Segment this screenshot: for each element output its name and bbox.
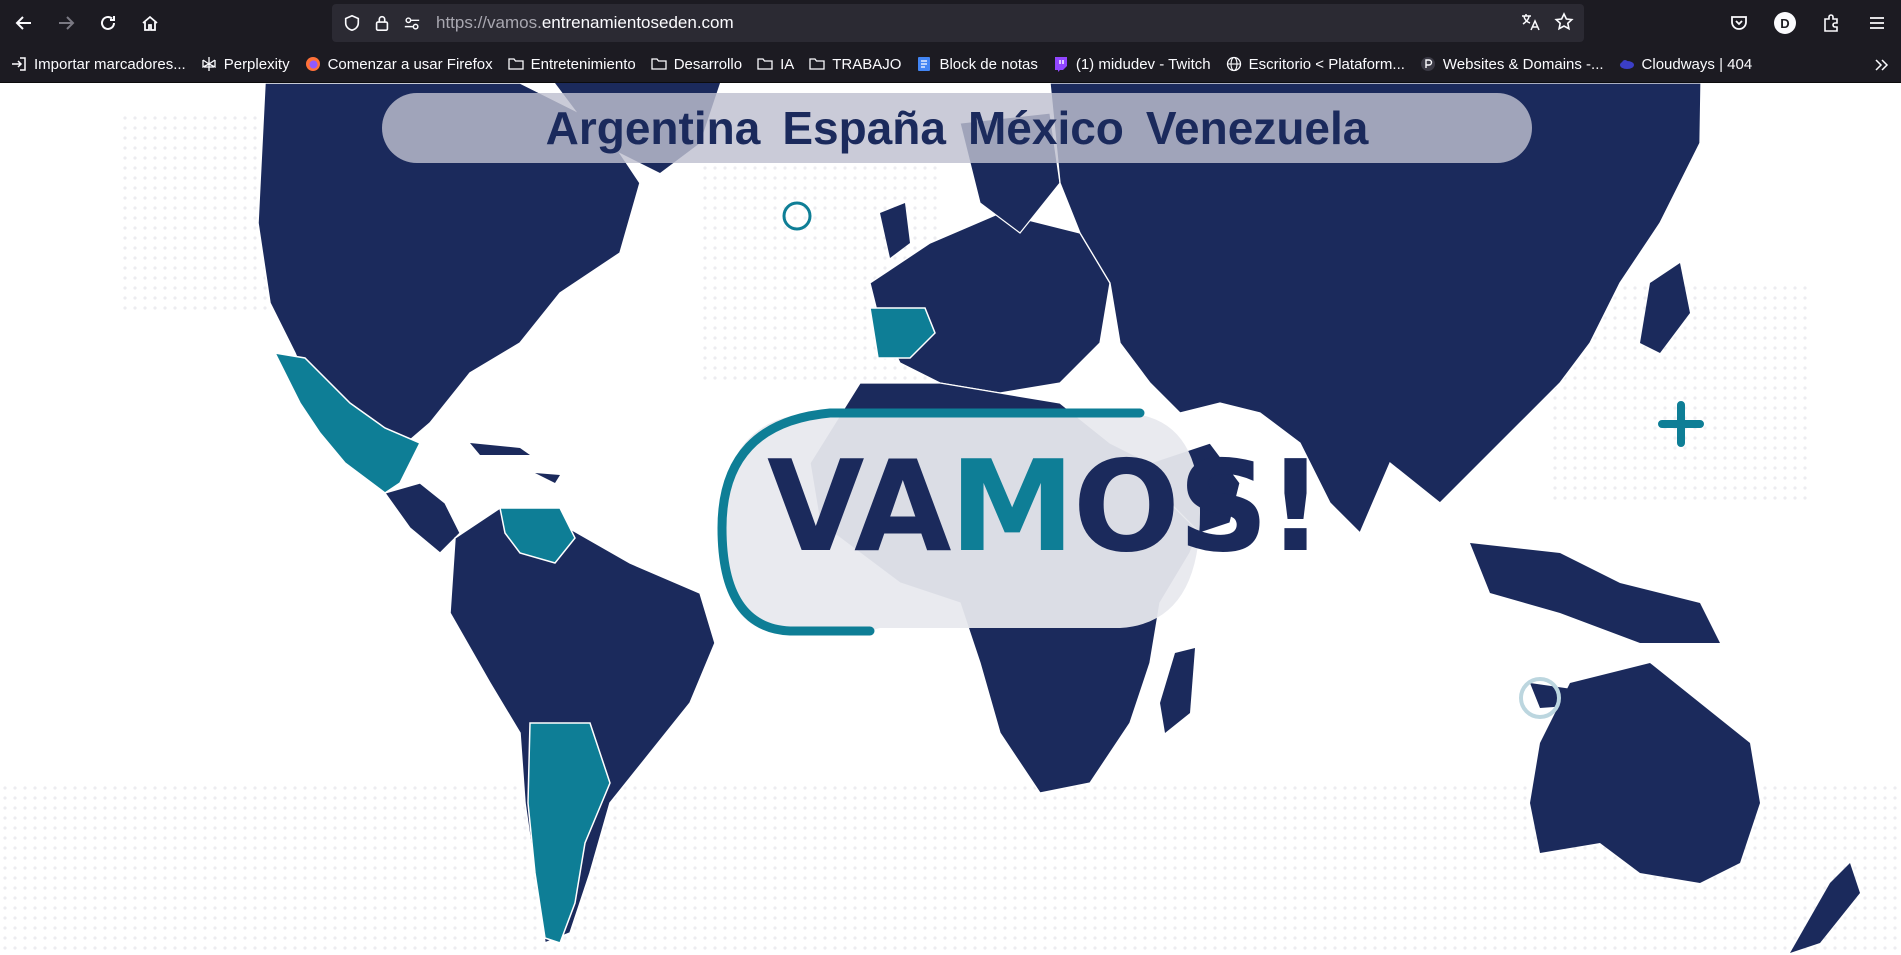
bookmarks-overflow-button[interactable] (1869, 53, 1893, 77)
url-text: https://vamos.entrenamientoseden.com (436, 13, 734, 33)
bookmark-label: Websites & Domains -... (1442, 55, 1604, 73)
reload-button[interactable] (90, 5, 126, 41)
bookmark-label: Cloudways | 404 (1641, 55, 1753, 73)
chevron-double-right-icon (1875, 59, 1889, 71)
account-button[interactable]: D (1767, 5, 1803, 41)
vamos-logo: VAMOS! (715, 411, 1324, 636)
permissions-icon[interactable] (402, 13, 422, 33)
bookmark-label: Importar marcadores... (34, 55, 186, 73)
bookmark-label: IA (780, 55, 795, 73)
extensions-button[interactable] (1813, 5, 1849, 41)
lock-icon[interactable] (372, 13, 392, 33)
page-content: Argentina España México Venezuela VAMOS! (0, 83, 1901, 955)
bookmark-label: Entretenimiento (530, 55, 636, 73)
bookmark-label: Comenzar a usar Firefox (327, 55, 493, 73)
bookmark-label: Escritorio < Plataform... (1248, 55, 1405, 73)
pocket-button[interactable] (1721, 5, 1757, 41)
logo-part-va: VA (767, 433, 951, 580)
avatar: D (1774, 12, 1796, 34)
cloudways-icon (1618, 55, 1636, 73)
home-icon (142, 15, 158, 31)
country-argentina[interactable]: Argentina (546, 101, 761, 155)
country-espana[interactable]: España (782, 101, 946, 155)
pocket-icon (1731, 16, 1747, 30)
url-prefix: https://vamos. (436, 13, 542, 32)
puzzle-icon (1824, 14, 1838, 32)
folder-icon (756, 55, 774, 73)
url-domain: entrenamientoseden.com (541, 13, 734, 32)
browser-toolbar: https://vamos.entrenamientoseden.com D (0, 0, 1901, 46)
bookmark-folder-trabajo[interactable]: TRABAJO (808, 55, 901, 73)
bookmark-escritorio[interactable]: Escritorio < Plataform... (1225, 55, 1405, 73)
central-america (384, 482, 461, 554)
twitch-icon (1052, 55, 1070, 73)
bookmark-firefox[interactable]: Comenzar a usar Firefox (304, 55, 493, 73)
logo-part-m: M (949, 433, 1074, 580)
arrow-right-icon (59, 16, 75, 30)
folder-icon (650, 55, 668, 73)
globe-icon (1225, 55, 1243, 73)
bookmark-folder-desarrollo[interactable]: Desarrollo (650, 55, 742, 73)
arrow-left-icon (15, 16, 31, 30)
country-venezuela[interactable]: Venezuela (1146, 101, 1368, 155)
bookmark-block-de-notas[interactable]: Block de notas (915, 55, 1038, 73)
bookmark-label: Block de notas (939, 55, 1038, 73)
bookmark-import[interactable]: Importar marcadores... (10, 55, 186, 73)
plesk-icon (1419, 55, 1437, 73)
bookmark-star-icon[interactable] (1554, 12, 1574, 32)
bookmark-perplexity[interactable]: Perplexity (200, 55, 290, 73)
back-button[interactable] (6, 5, 42, 41)
country-bar: Argentina España México Venezuela (382, 93, 1532, 163)
bookmark-label: TRABAJO (832, 55, 902, 73)
bookmark-cloudways[interactable]: Cloudways | 404 (1618, 55, 1753, 73)
bookmark-label: (1) midudev - Twitch (1075, 55, 1211, 73)
southeast-asia-islands (1470, 543, 1720, 643)
forward-button[interactable] (48, 5, 84, 41)
import-icon (10, 55, 28, 73)
shield-icon[interactable] (342, 13, 362, 33)
bookmark-folder-ia[interactable]: IA (756, 55, 794, 73)
firefox-icon (304, 55, 322, 73)
madagascar (1160, 648, 1195, 733)
folder-icon (507, 55, 525, 73)
url-bar[interactable]: https://vamos.entrenamientoseden.com (332, 4, 1584, 42)
docs-icon (915, 55, 933, 73)
vamos-logo-text: VAMOS! (767, 433, 1324, 580)
menu-button[interactable] (1859, 5, 1895, 41)
country-mexico[interactable]: México (968, 101, 1124, 155)
bookmark-label: Perplexity (223, 55, 290, 73)
home-button[interactable] (132, 5, 168, 41)
bookmark-twitch[interactable]: (1) midudev - Twitch (1052, 55, 1211, 73)
logo-part-os: OS! (1072, 433, 1324, 580)
reload-icon (101, 15, 115, 30)
bookmarks-bar: Importar marcadores... Perplexity Comenz… (0, 46, 1901, 83)
folder-icon (808, 55, 826, 73)
perplexity-icon (200, 55, 218, 73)
bookmark-folder-entretenimiento[interactable]: Entretenimiento (507, 55, 636, 73)
bookmark-websites-domains[interactable]: Websites & Domains -... (1419, 55, 1604, 73)
bookmark-label: Desarrollo (673, 55, 743, 73)
translate-icon[interactable] (1520, 12, 1540, 32)
hamburger-icon (1870, 17, 1884, 29)
